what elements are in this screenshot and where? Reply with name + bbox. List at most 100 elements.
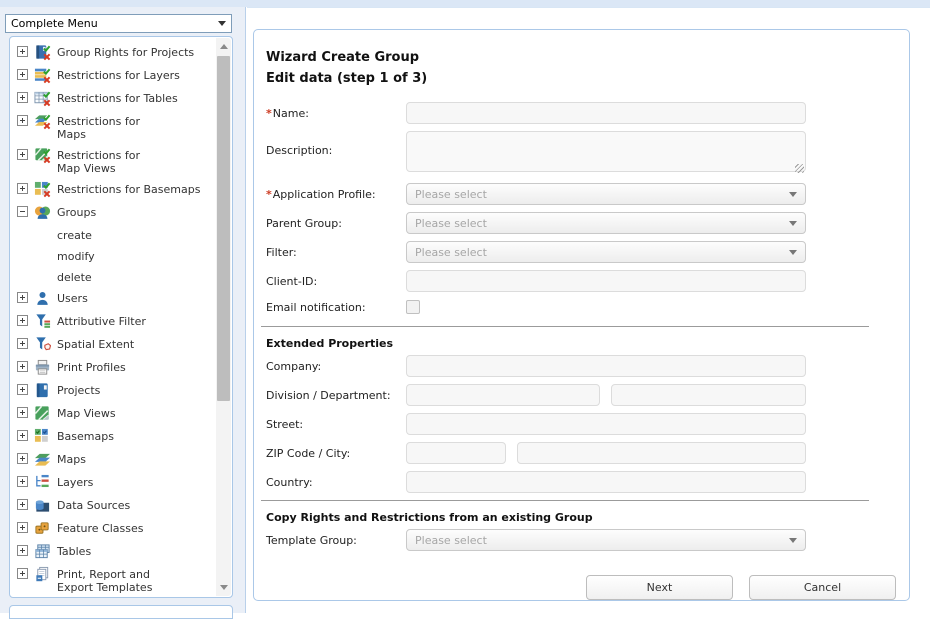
country-input[interactable] [406,471,806,493]
description-row: Description: [266,131,897,175]
tree-item-data-sources[interactable]: Data Sources [16,495,216,518]
tree-item-map-views[interactable]: Map Views [16,403,216,426]
tree-subitem-modify[interactable]: modify [16,246,216,267]
tree-item-restrictions-for[interactable]: Restrictions forMaps [16,111,216,145]
expand-toggle[interactable] [17,338,28,349]
parent-group-row: Parent Group: Please select [266,212,897,234]
name-input[interactable] [406,102,806,124]
email-notification-row: Email notification: [266,299,897,314]
division-input[interactable] [406,384,600,406]
company-input[interactable] [406,355,806,377]
city-input[interactable] [517,442,806,464]
scroll-down-button[interactable] [216,580,231,596]
section-divider [261,326,869,327]
template-group-select[interactable]: Please select [406,529,806,551]
expand-toggle[interactable] [17,92,28,103]
expand-toggle[interactable] [17,149,28,160]
tree-item-spatial-extent[interactable]: Spatial Extent [16,334,216,357]
restrictions-tables-icon [34,90,51,107]
zip-city-label: ZIP Code / City: [266,442,406,460]
expand-toggle[interactable] [17,183,28,194]
tree-item-print-profiles[interactable]: Print Profiles [16,357,216,380]
tree-subitem-create[interactable]: create [16,225,216,246]
tree-subitem-delete[interactable]: delete [16,267,216,288]
collapse-toggle[interactable] [17,206,28,217]
restrictions-map-views-icon [34,147,51,164]
tree-item-tables[interactable]: Tables [16,541,216,564]
filter-select[interactable]: Please select [406,241,806,263]
sidebar: Complete Menu Group Rights for Projects R… [0,7,246,613]
tree-item-restrictions-for-layers[interactable]: Restrictions for Layers [16,65,216,88]
scrollbar-thumb[interactable] [217,56,230,401]
next-button[interactable]: Next [586,575,733,600]
tree-item-projects[interactable]: Projects [16,380,216,403]
tree-item-layers[interactable]: Layers [16,472,216,495]
expand-toggle[interactable] [17,315,28,326]
expand-toggle[interactable] [17,522,28,533]
expand-toggle[interactable] [17,115,28,126]
division-department-row: Division / Department: [266,384,897,406]
page-title: Wizard Create Group [266,47,897,68]
scrollbar-track[interactable] [216,54,231,580]
parent-group-select[interactable]: Please select [406,212,806,234]
expand-toggle[interactable] [17,430,28,441]
menu-mode-dropdown[interactable]: Complete Menu [5,14,232,33]
tree-scrollbar[interactable] [216,38,231,596]
zip-code-input[interactable] [406,442,506,464]
tree-item-maps[interactable]: Maps [16,449,216,472]
tree-item-label: Attributive Filter [57,314,146,328]
department-input[interactable] [611,384,806,406]
tree-item-label: Feature Classes [57,521,144,535]
expand-toggle[interactable] [17,499,28,510]
expand-toggle[interactable] [17,568,28,579]
projects-icon [34,382,51,399]
expand-toggle[interactable] [17,407,28,418]
division-department-label: Division / Department: [266,384,406,402]
expand-toggle[interactable] [17,453,28,464]
tree-item-attributive-filter[interactable]: Attributive Filter [16,311,216,334]
extended-properties-heading: Extended Properties [266,337,897,350]
expand-toggle[interactable] [17,384,28,395]
tree-item-label: Group Rights for Projects [57,45,194,59]
parent-group-label: Parent Group: [266,212,406,230]
select-placeholder: Please select [415,246,789,259]
expand-toggle[interactable] [17,545,28,556]
name-row: *Name: [266,102,897,124]
required-asterisk: * [266,188,272,201]
tree-item-label: modify [57,249,95,263]
description-textarea[interactable] [406,131,806,172]
scroll-up-button[interactable] [216,38,231,54]
top-strip [0,0,930,7]
expand-toggle[interactable] [17,361,28,372]
tree-item-groups[interactable]: Groups [16,202,216,225]
client-id-input[interactable] [406,270,806,292]
tree-item-basemaps[interactable]: Basemaps [16,426,216,449]
description-label: Description: [266,131,406,157]
tree-item-label: delete [57,270,92,284]
tree-item-feature-classes[interactable]: Feature Classes [16,518,216,541]
cancel-button[interactable]: Cancel [749,575,896,600]
expand-toggle[interactable] [17,69,28,80]
triangle-down-icon [220,585,228,594]
country-row: Country: [266,471,897,493]
resize-grip-icon[interactable] [795,164,804,173]
chevron-down-icon [789,221,797,230]
chevron-down-icon [218,21,226,30]
attributive-filter-icon [34,313,51,330]
street-input[interactable] [406,413,806,435]
email-notification-checkbox[interactable] [406,300,420,314]
tree-item-restrictions-for-basemaps[interactable]: Restrictions for Basemaps [16,179,216,202]
tree-item-label: Spatial Extent [57,337,134,351]
tree-item-users[interactable]: Users [16,288,216,311]
wizard-panel: Wizard Create Group Edit data (step 1 of… [253,29,910,601]
expand-toggle[interactable] [17,476,28,487]
application-profile-select[interactable]: Please select [406,183,806,205]
tree-item-restrictions-for[interactable]: Restrictions forMap Views [16,145,216,179]
tree-item-group-rights-for-projects[interactable]: Group Rights for Projects [16,42,216,65]
expand-toggle[interactable] [17,46,28,57]
tree-item-print-report-and[interactable]: Print, Report andExport Templates [16,564,216,597]
section-divider [261,500,869,501]
tree-item-label: Map Views [57,406,116,420]
expand-toggle[interactable] [17,292,28,303]
tree-item-restrictions-for-tables[interactable]: Restrictions for Tables [16,88,216,111]
